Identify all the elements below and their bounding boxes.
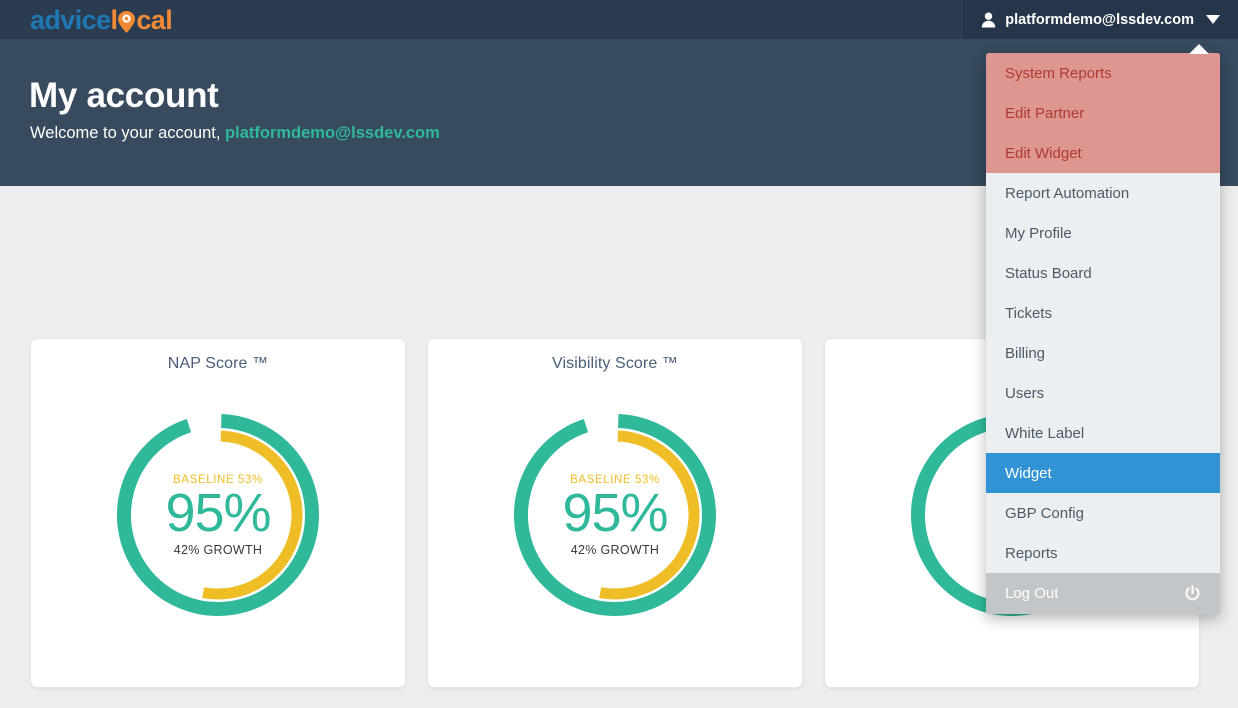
menu-item-status-board[interactable]: Status Board bbox=[986, 253, 1220, 293]
brand-logo[interactable]: advicel cal bbox=[30, 5, 173, 35]
menu-item-label: Users bbox=[1005, 384, 1045, 402]
map-pin-icon bbox=[117, 8, 136, 34]
menu-item-tickets[interactable]: Tickets bbox=[986, 293, 1220, 333]
welcome-message: Welcome to your account, platformdemo@ls… bbox=[30, 124, 440, 143]
menu-item-label: Edit Widget bbox=[1005, 144, 1082, 162]
donut-center-labels: BASELINE 53% 95% 42% GROWTH bbox=[112, 409, 324, 621]
logo-text-advice: advice bbox=[30, 5, 111, 35]
menu-item-label: Edit Partner bbox=[1005, 104, 1085, 122]
welcome-email-link[interactable]: platformdemo@lssdev.com bbox=[225, 124, 440, 142]
score-value: 95% bbox=[165, 482, 271, 543]
top-navbar: advicel cal platformdemo@lssdev.com bbox=[0, 0, 1238, 39]
score-value: 95% bbox=[562, 482, 668, 543]
growth-label: 42% GROWTH bbox=[570, 542, 660, 557]
menu-item-label: System Reports bbox=[1005, 64, 1112, 82]
menu-item-label: My Profile bbox=[1005, 224, 1072, 242]
menu-item-white-label[interactable]: White Label bbox=[986, 413, 1220, 453]
menu-item-label: Status Board bbox=[1005, 264, 1092, 282]
menu-item-reports[interactable]: Reports bbox=[986, 533, 1220, 573]
menu-item-system-reports[interactable]: System Reports bbox=[986, 53, 1220, 93]
menu-item-gbp-config[interactable]: GBP Config bbox=[986, 493, 1220, 533]
menu-item-label: GBP Config bbox=[1005, 504, 1084, 522]
score-card: Visibility Score ™ BASELINE 53% 95% 42% GRO… bbox=[427, 338, 803, 688]
menu-item-label: Billing bbox=[1005, 344, 1046, 362]
menu-item-label: Widget bbox=[1005, 464, 1052, 482]
menu-item-billing[interactable]: Billing bbox=[986, 333, 1220, 373]
user-menu-trigger[interactable]: platformdemo@lssdev.com bbox=[963, 0, 1238, 39]
logo-text-cal: cal bbox=[136, 5, 173, 35]
menu-item-label: Tickets bbox=[1005, 304, 1052, 322]
welcome-prefix: Welcome to your account, bbox=[30, 124, 226, 142]
score-donut-chart: BASELINE 53% 95% 42% GROWTH bbox=[112, 409, 324, 621]
page-root: advicel cal platformdemo@lssdev.com My ac… bbox=[0, 0, 1238, 708]
menu-item-widget[interactable]: Widget bbox=[986, 453, 1220, 493]
page-title: My account bbox=[29, 76, 219, 115]
score-card: NAP Score ™ BASELINE 53% 95% 42% GROWTH bbox=[30, 338, 406, 688]
menu-item-edit-partner[interactable]: Edit Partner bbox=[986, 93, 1220, 133]
menu-item-label: Log Out bbox=[1005, 585, 1059, 602]
score-card-title: Visibility Score ™ bbox=[552, 355, 678, 372]
chevron-down-icon bbox=[1206, 15, 1220, 24]
dropdown-caret-icon bbox=[1189, 44, 1209, 54]
donut-center-labels: BASELINE 53% 95% 42% GROWTH bbox=[509, 409, 721, 621]
menu-item-report-automation[interactable]: Report Automation bbox=[986, 173, 1220, 213]
score-donut-chart: BASELINE 53% 95% 42% GROWTH bbox=[509, 409, 721, 621]
logo-text-l: l bbox=[110, 5, 118, 35]
menu-item-my-profile[interactable]: My Profile bbox=[986, 213, 1220, 253]
menu-item-label: Reports bbox=[1005, 544, 1058, 562]
power-icon bbox=[1184, 585, 1201, 602]
menu-item-label: White Label bbox=[1005, 424, 1085, 442]
user-email-label: platformdemo@lssdev.com bbox=[1005, 11, 1194, 28]
score-card-title: NAP Score ™ bbox=[167, 355, 269, 372]
growth-label: 42% GROWTH bbox=[173, 542, 263, 557]
person-icon bbox=[981, 12, 996, 28]
menu-item-users[interactable]: Users bbox=[986, 373, 1220, 413]
menu-item-log-out[interactable]: Log Out bbox=[986, 573, 1220, 614]
menu-item-label: Report Automation bbox=[1005, 184, 1130, 202]
user-dropdown-menu: System Reports Edit Partner Edit Widget Rep… bbox=[986, 53, 1220, 614]
menu-item-edit-widget[interactable]: Edit Widget bbox=[986, 133, 1220, 173]
